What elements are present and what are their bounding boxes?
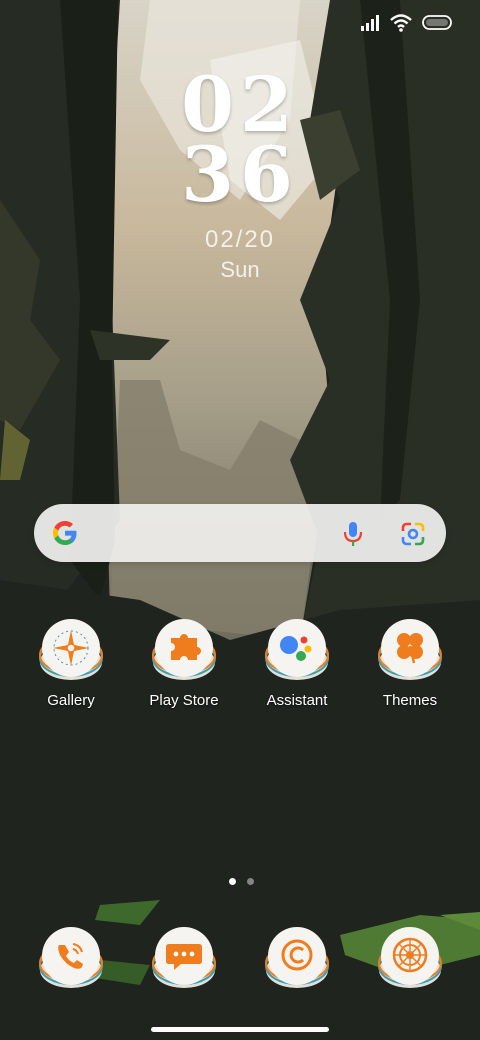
app-themes[interactable]: Themes xyxy=(355,618,465,709)
c-logo-icon xyxy=(264,926,330,992)
google-search-bar[interactable] xyxy=(34,504,446,562)
message-bubble-icon xyxy=(151,926,217,992)
dock-messages[interactable] xyxy=(129,926,239,992)
page-dot-active xyxy=(229,878,236,885)
puzzle-icon xyxy=(151,618,217,684)
page-dot xyxy=(247,878,254,885)
home-gesture-bar[interactable] xyxy=(151,1027,329,1032)
flower-compass-icon xyxy=(38,618,104,684)
wifi-icon xyxy=(390,14,412,32)
clock-widget[interactable]: 02 36 xyxy=(0,67,480,219)
camera-aperture-icon xyxy=(377,926,443,992)
phone-icon xyxy=(38,926,104,992)
dock-browser[interactable] xyxy=(242,926,352,992)
battery-icon xyxy=(422,15,452,30)
clock-weekday: Sun xyxy=(220,257,260,282)
status-bar xyxy=(360,14,454,32)
clock-date: 02/20 xyxy=(204,226,276,253)
clock-minutes: 36 xyxy=(181,130,299,219)
app-label: Play Store xyxy=(149,692,219,709)
page-indicator xyxy=(229,878,254,885)
clover-icon xyxy=(377,618,443,684)
google-lens-icon[interactable] xyxy=(400,521,426,547)
mic-icon[interactable] xyxy=(342,520,364,548)
signal-bars-icon xyxy=(361,15,379,31)
app-label: Gallery xyxy=(47,692,95,709)
dock-camera[interactable] xyxy=(355,926,465,992)
app-label: Assistant xyxy=(266,692,328,709)
assistant-dots-icon xyxy=(264,618,330,684)
google-g-icon xyxy=(53,521,77,545)
app-assistant[interactable]: Assistant xyxy=(242,618,352,709)
app-play-store[interactable]: Play Store xyxy=(129,618,239,709)
app-label: Themes xyxy=(382,692,438,709)
dock-phone[interactable] xyxy=(16,926,126,992)
app-gallery[interactable]: Gallery xyxy=(16,618,126,709)
